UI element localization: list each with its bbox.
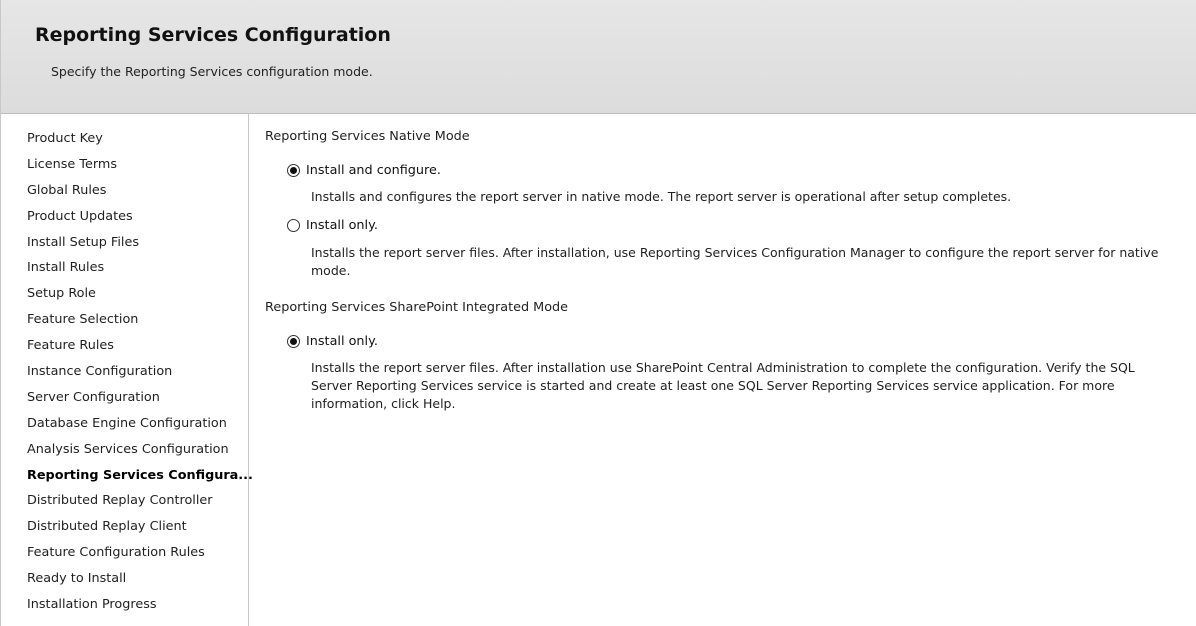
radio-button[interactable]: [287, 219, 300, 232]
nav-item[interactable]: Setup Role: [27, 281, 253, 307]
native-install-only-description: Installs the report server files. After …: [311, 245, 1159, 278]
page-subtitle: Specify the Reporting Services configura…: [51, 64, 373, 79]
setup-steps-nav: Product Key License Terms Global Rules Prod…: [1, 114, 253, 626]
sharepoint-install-only-radio[interactable]: Install only.: [287, 334, 378, 349]
nav-item[interactable]: Ready to Install: [27, 566, 253, 592]
setup-steps-list: Product Key License Terms Global Rules Prod…: [27, 126, 253, 618]
native-mode-title: Reporting Services Native Mode: [265, 129, 470, 144]
native-install-and-configure-description: Installs and configures the report serve…: [311, 189, 1012, 204]
sharepoint-mode-title: Reporting Services SharePoint Integrated…: [265, 300, 569, 315]
radio-label: Install only.: [306, 218, 378, 233]
nav-item[interactable]: Instance Configuration: [27, 359, 253, 385]
setup-window: Reporting Services Configuration Specify…: [0, 0, 1196, 626]
nav-item[interactable]: Distributed Replay Controller: [27, 488, 253, 514]
page-title: Reporting Services Configuration: [35, 24, 391, 46]
nav-item[interactable]: Analysis Services Configuration: [27, 437, 253, 463]
nav-item[interactable]: Product Key: [27, 126, 253, 152]
sharepoint-install-only-description: Installs the report server files. After …: [311, 360, 1135, 411]
nav-item[interactable]: Product Updates: [27, 204, 253, 230]
nav-item[interactable]: Feature Configuration Rules: [27, 540, 253, 566]
radio-button[interactable]: [287, 164, 300, 177]
native-install-only-radio[interactable]: Install only.: [287, 218, 378, 233]
nav-item[interactable]: Distributed Replay Client: [27, 514, 253, 540]
nav-item[interactable]: Installation Progress: [27, 592, 253, 618]
nav-item[interactable]: Reporting Services Configura...: [27, 463, 253, 489]
radio-label: Install and configure.: [306, 163, 441, 178]
page-header: Reporting Services Configuration Specify…: [1, 0, 1196, 114]
radio-label: Install only.: [306, 334, 378, 349]
radio-button[interactable]: [287, 335, 300, 348]
nav-item[interactable]: Database Engine Configuration: [27, 411, 253, 437]
nav-item[interactable]: License Terms: [27, 152, 253, 178]
nav-item[interactable]: Install Rules: [27, 255, 253, 281]
native-install-and-configure-radio[interactable]: Install and configure.: [287, 163, 441, 178]
nav-item[interactable]: Global Rules: [27, 178, 253, 204]
nav-item[interactable]: Feature Selection: [27, 307, 253, 333]
nav-item[interactable]: Install Setup Files: [27, 230, 253, 256]
nav-item[interactable]: Feature Rules: [27, 333, 253, 359]
nav-item[interactable]: Server Configuration: [27, 385, 253, 411]
main-content: Reporting Services Native Mode Install a…: [265, 114, 1185, 626]
